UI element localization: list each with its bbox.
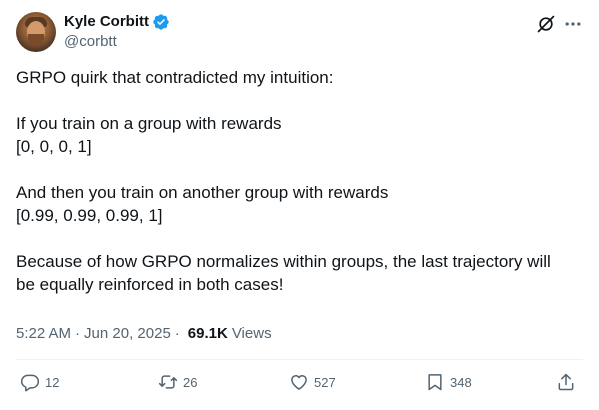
retweet-icon <box>158 375 178 389</box>
avatar-beard <box>28 34 44 46</box>
reply-icon <box>20 374 40 392</box>
tweet-line: And then you train on another group with… <box>16 183 389 202</box>
reply-count: 12 <box>45 374 60 390</box>
tweet-line: Because of how GRPO normalizes within gr… <box>16 252 551 271</box>
tweet-text: GRPO quirk that contradicted my intuitio… <box>16 66 581 296</box>
bookmark-count: 348 <box>450 374 472 390</box>
tweet-meta: 5:22 AM · Jun 20, 2025 · 69.1K Views <box>16 324 272 344</box>
more-icon[interactable] <box>563 14 583 34</box>
bookmark-icon <box>428 374 442 391</box>
verified-badge-icon <box>153 14 169 30</box>
tweet-time[interactable]: 5:22 AM <box>16 324 71 344</box>
divider <box>16 359 583 360</box>
author-handle[interactable]: @corbtt <box>64 33 117 51</box>
author-name-row[interactable]: Kyle Corbitt <box>64 13 170 31</box>
grok-icon[interactable] <box>536 14 556 34</box>
tweet-line: If you train on a group with rewards <box>16 114 282 133</box>
views-label: Views <box>231 325 272 342</box>
author-name[interactable]: Kyle Corbitt <box>64 13 149 31</box>
tweet-line: GRPO quirk that contradicted my intuitio… <box>16 68 334 87</box>
retweet-button[interactable]: 26 <box>158 372 197 392</box>
action-bar: 12 26 527 348 <box>0 372 599 398</box>
share-button[interactable] <box>556 372 576 392</box>
avatar[interactable] <box>16 12 56 52</box>
bookmark-button[interactable]: 348 <box>425 372 472 392</box>
views-count: 69.1K <box>187 325 228 342</box>
tweet-line: [0.99, 0.99, 0.99, 1] <box>16 206 163 225</box>
like-count: 527 <box>314 374 336 390</box>
share-icon <box>558 373 574 391</box>
heart-icon <box>291 375 307 390</box>
meta-separator: · <box>174 325 180 342</box>
tweet-date[interactable]: Jun 20, 2025 <box>84 324 171 344</box>
like-button[interactable]: 527 <box>289 372 336 392</box>
tweet-line: be equally reinforced in both cases! <box>16 275 284 294</box>
retweet-count: 26 <box>183 374 198 390</box>
reply-button[interactable]: 12 <box>20 372 59 392</box>
tweet-line: [0, 0, 0, 1] <box>16 137 92 156</box>
meta-separator: · <box>75 325 81 342</box>
